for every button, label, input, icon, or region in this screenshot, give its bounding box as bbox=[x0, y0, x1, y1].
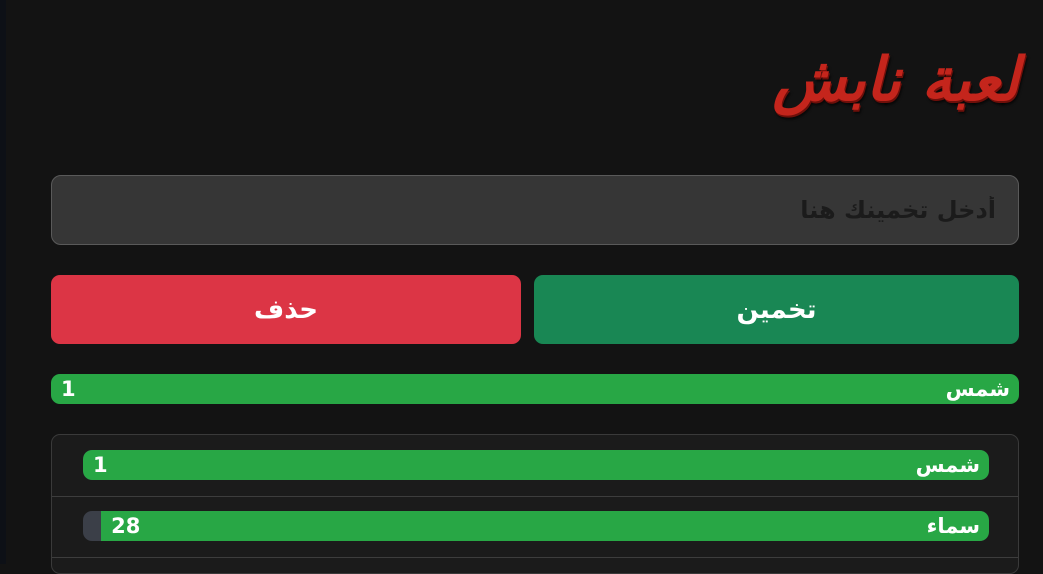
similarity-bar-fill bbox=[83, 450, 989, 480]
list-item: شمس 1 bbox=[52, 435, 1018, 497]
similarity-bar: سماء 28 bbox=[83, 511, 989, 541]
guess-button[interactable]: تخمين bbox=[534, 275, 1019, 344]
delete-button[interactable]: حذف bbox=[51, 275, 521, 344]
guess-word: سماء bbox=[926, 514, 980, 538]
guess-input[interactable] bbox=[51, 175, 1019, 245]
similarity-bar-fill bbox=[101, 511, 989, 541]
left-edge-strip bbox=[0, 0, 6, 564]
similarity-bar: شمس 1 bbox=[83, 450, 989, 480]
latest-guess-word: شمس bbox=[945, 377, 1010, 401]
game-title: لعبة نابش bbox=[772, 45, 1020, 115]
list-item: سماء 28 bbox=[52, 496, 1018, 558]
guess-rank: 28 bbox=[111, 514, 141, 538]
latest-guess-bar: شمس 1 bbox=[51, 374, 1019, 404]
guess-rank: 1 bbox=[93, 453, 108, 477]
latest-guess-rank: 1 bbox=[61, 377, 76, 401]
guess-history-list: شمس 1 سماء 28 bbox=[51, 434, 1019, 574]
guess-word: شمس bbox=[915, 453, 980, 477]
game-container: لعبة نابش حذف تخمين شمس 1 شمس 1 سماء 28 bbox=[51, 0, 1020, 574]
